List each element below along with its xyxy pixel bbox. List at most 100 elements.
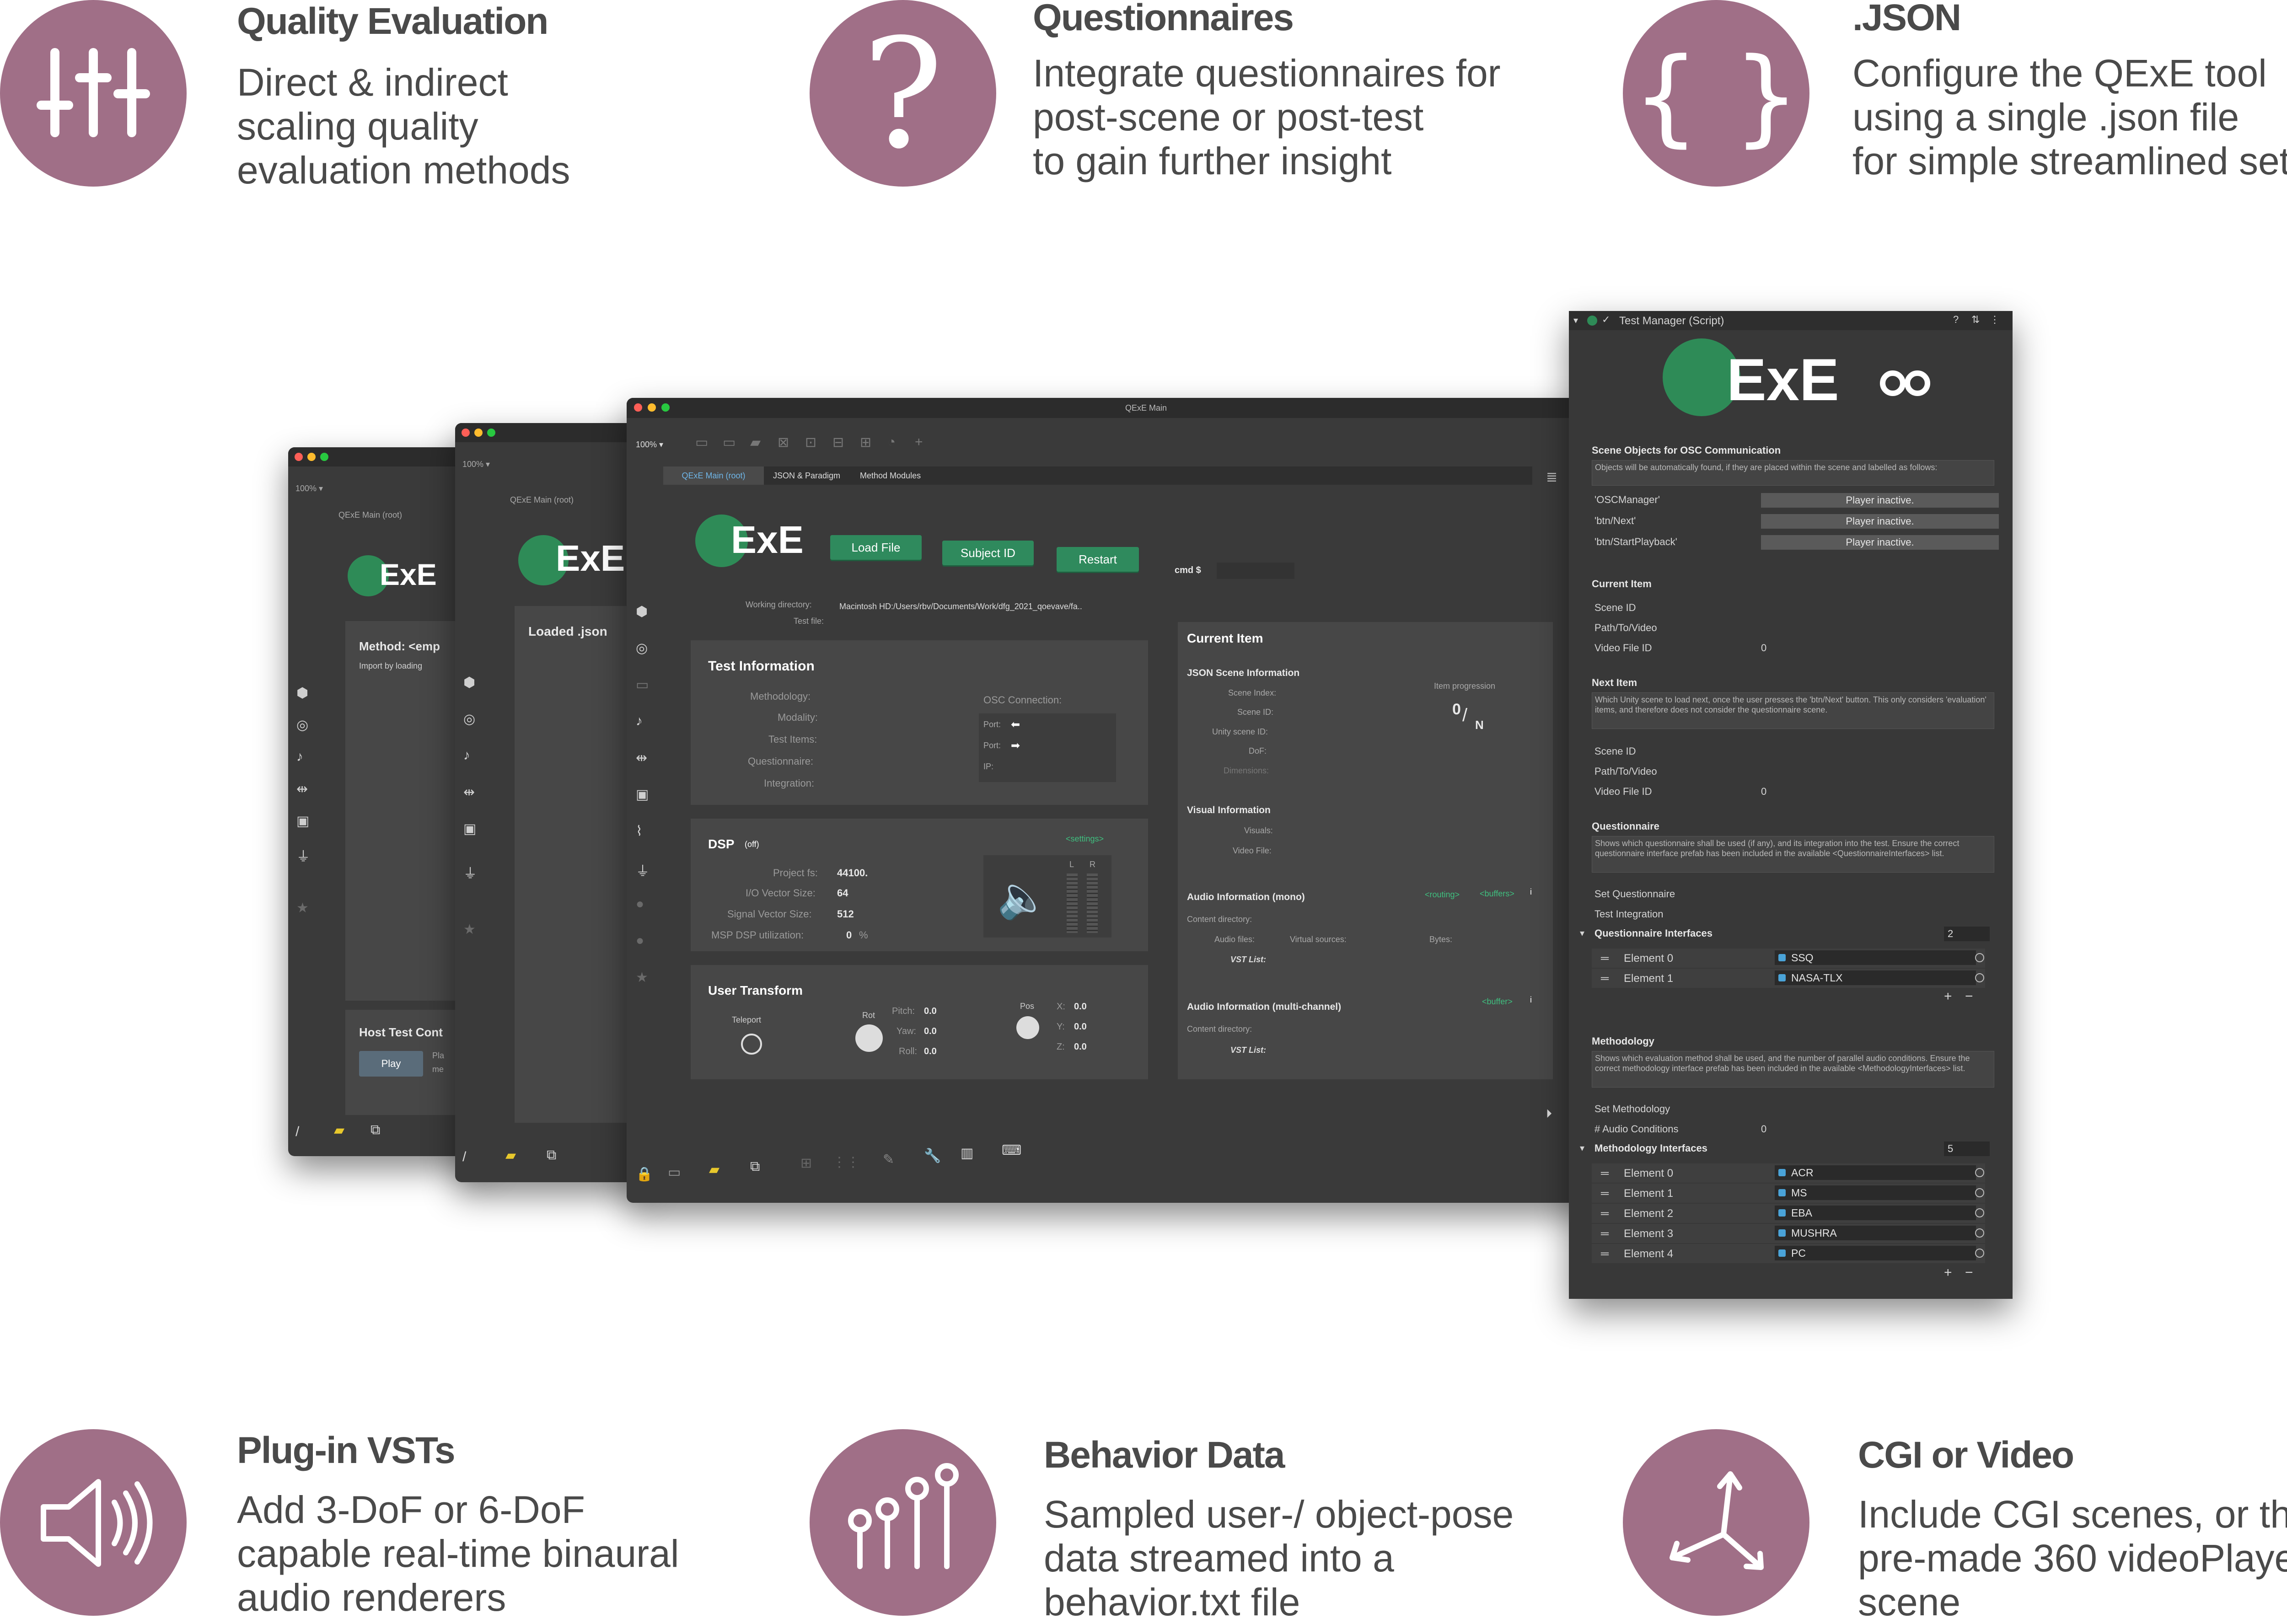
split-icon[interactable]: ⇹	[636, 750, 647, 766]
field-label[interactable]: Set Methodology	[1594, 1103, 1670, 1115]
speaker-mute-icon[interactable]: 🔈	[997, 874, 1048, 922]
add-element-button[interactable]: +	[1944, 1265, 1952, 1281]
list-item[interactable]: ═ Element 1 NASA-TLX	[1592, 969, 1985, 988]
object-picker-icon[interactable]	[1975, 953, 1984, 962]
cmd-input[interactable]	[1217, 563, 1294, 579]
load-file-button[interactable]: Load File	[830, 535, 922, 560]
tab-main[interactable]: QExE Main (root)	[510, 495, 574, 505]
object-picker-icon[interactable]	[1975, 1228, 1984, 1238]
window-icon[interactable]: ▭	[668, 1164, 681, 1180]
plug-icon[interactable]: ⏚	[636, 860, 650, 880]
element-value[interactable]: EBA	[1775, 1206, 1976, 1220]
object-picker-icon[interactable]	[1975, 1249, 1984, 1258]
element-value[interactable]: PC	[1775, 1246, 1976, 1260]
window-icon[interactable]: ▭	[636, 677, 649, 693]
foldout-arrow-icon[interactable]: ▾	[1573, 315, 1578, 326]
tab-qexe-main[interactable]: QExE Main (root)	[663, 466, 764, 485]
drag-handle-icon[interactable]: ═	[1601, 1187, 1609, 1200]
comment-icon[interactable]: ▰	[334, 1122, 344, 1138]
zoom-dot[interactable]	[487, 429, 495, 437]
info-icon[interactable]: i	[1530, 995, 1532, 1005]
settings-link[interactable]: <settings>	[1066, 834, 1104, 844]
main-window[interactable]: QExE Main 100% ▾ ▭ ▭ ▰ ⊠ ⊡ ⊟ ⊞ ◔ + QExE …	[627, 398, 1601, 1203]
position-pad[interactable]	[1016, 1016, 1039, 1039]
remove-element-button[interactable]: −	[1965, 989, 1973, 1004]
target-icon[interactable]: ◎	[296, 717, 308, 733]
rotation-knob[interactable]	[855, 1024, 883, 1052]
restart-button[interactable]: Restart	[1057, 547, 1139, 572]
play-circle-icon[interactable]: ⏵	[1546, 1107, 1552, 1121]
star-icon[interactable]: ★	[636, 970, 648, 986]
piano-icon[interactable]: ▥	[961, 1145, 973, 1161]
paperclip-icon[interactable]: ⌇	[636, 823, 643, 839]
list-item[interactable]: ═ Element 2 EBA	[1592, 1204, 1985, 1223]
note-icon[interactable]: ♪	[636, 713, 643, 729]
list-count[interactable]: 5	[1944, 1142, 1990, 1156]
pen-icon[interactable]: /	[295, 1124, 299, 1140]
foldout-arrow-icon[interactable]: ▾	[1580, 927, 1584, 939]
toolbar-icon[interactable]: +	[915, 434, 923, 450]
close-dot[interactable]	[295, 453, 303, 461]
subject-id-button[interactable]: Subject ID	[942, 541, 1034, 565]
methodology-interfaces-title[interactable]: Methodology Interfaces	[1594, 1142, 1707, 1154]
buffer-link[interactable]: <buffer>	[1482, 997, 1513, 1007]
windows-icon[interactable]: ⧉	[547, 1147, 556, 1163]
toolbar-icon[interactable]: ◔	[887, 434, 896, 450]
toolbar-icon[interactable]: ⊟	[832, 434, 844, 450]
component-header[interactable]: ▾ ✓ Test Manager (Script) ? ⇅ ⋮	[1569, 311, 2013, 330]
brush-icon[interactable]: ✎	[883, 1152, 894, 1168]
object-picker-icon[interactable]	[1975, 973, 1984, 982]
drag-handle-icon[interactable]: ═	[1601, 1248, 1609, 1260]
element-value[interactable]: SSQ	[1775, 950, 1976, 965]
object-picker-icon[interactable]	[1975, 1208, 1984, 1217]
star-icon[interactable]: ★	[296, 900, 309, 916]
element-value[interactable]: ACR	[1775, 1165, 1976, 1180]
cube-icon[interactable]: ⬢	[463, 675, 475, 691]
zoom-dot[interactable]	[661, 403, 670, 412]
zoom-select[interactable]: 100% ▾	[462, 460, 490, 469]
minimize-dot[interactable]	[307, 453, 316, 461]
preset-icon[interactable]: ⇅	[1971, 314, 1980, 326]
toolbar-icon[interactable]: ▰	[750, 434, 761, 450]
list-item[interactable]: ═ Element 4 PC	[1592, 1244, 1985, 1263]
lock-icon[interactable]: 🔒	[636, 1166, 653, 1182]
circle-icon[interactable]: ●	[636, 933, 644, 949]
drag-handle-icon[interactable]: ═	[1601, 952, 1609, 965]
kebab-menu-icon[interactable]: ⋮	[1990, 314, 2000, 326]
dsp-state[interactable]: (off)	[745, 840, 759, 849]
field-label[interactable]: Test Integration	[1594, 908, 1663, 920]
image-icon[interactable]: ▣	[463, 821, 476, 837]
split-icon[interactable]: ⇹	[463, 784, 475, 800]
drag-handle-icon[interactable]: ═	[1601, 1167, 1609, 1180]
comment-icon[interactable]: ▰	[505, 1147, 516, 1163]
toolbar-icon[interactable]: ▭	[695, 434, 708, 450]
grid-icon[interactable]: ⋮⋮	[832, 1154, 860, 1170]
split-icon[interactable]: ⇹	[296, 781, 308, 797]
title-bar[interactable]: QExE Main	[627, 398, 1601, 418]
note-icon[interactable]: ♪	[296, 749, 303, 765]
element-value[interactable]: MS	[1775, 1185, 1976, 1200]
minimize-dot[interactable]	[648, 403, 656, 412]
plug-icon[interactable]: ⏚	[296, 845, 310, 865]
cube-icon[interactable]: ⬢	[636, 604, 648, 620]
list-count[interactable]: 2	[1944, 927, 1990, 941]
title-bar[interactable]	[455, 423, 647, 442]
object-picker-icon[interactable]	[1975, 1188, 1984, 1197]
close-dot[interactable]	[462, 429, 470, 437]
comment-icon[interactable]: ▰	[709, 1162, 719, 1178]
list-item[interactable]: ═ Element 3 MUSHRA	[1592, 1224, 1985, 1243]
plug-icon[interactable]: ⏚	[463, 862, 477, 882]
teleport-button[interactable]	[741, 1034, 762, 1055]
windows-icon[interactable]: ⧉	[750, 1159, 760, 1174]
zoom-select[interactable]: 100% ▾	[295, 484, 323, 493]
circle-icon[interactable]: ●	[636, 896, 644, 912]
play-button[interactable]: Play	[359, 1051, 423, 1077]
list-item[interactable]: ═ Element 0 ACR	[1592, 1163, 1985, 1183]
zoom-dot[interactable]	[320, 453, 328, 461]
drag-handle-icon[interactable]: ═	[1601, 972, 1609, 985]
object-picker-icon[interactable]	[1975, 1168, 1984, 1177]
field-label[interactable]: Set Questionnaire	[1594, 888, 1675, 900]
help-icon[interactable]: ?	[1953, 314, 1959, 326]
info-icon[interactable]: i	[1530, 887, 1532, 897]
tab-json-paradigm[interactable]: JSON & Paradigm	[773, 471, 840, 481]
